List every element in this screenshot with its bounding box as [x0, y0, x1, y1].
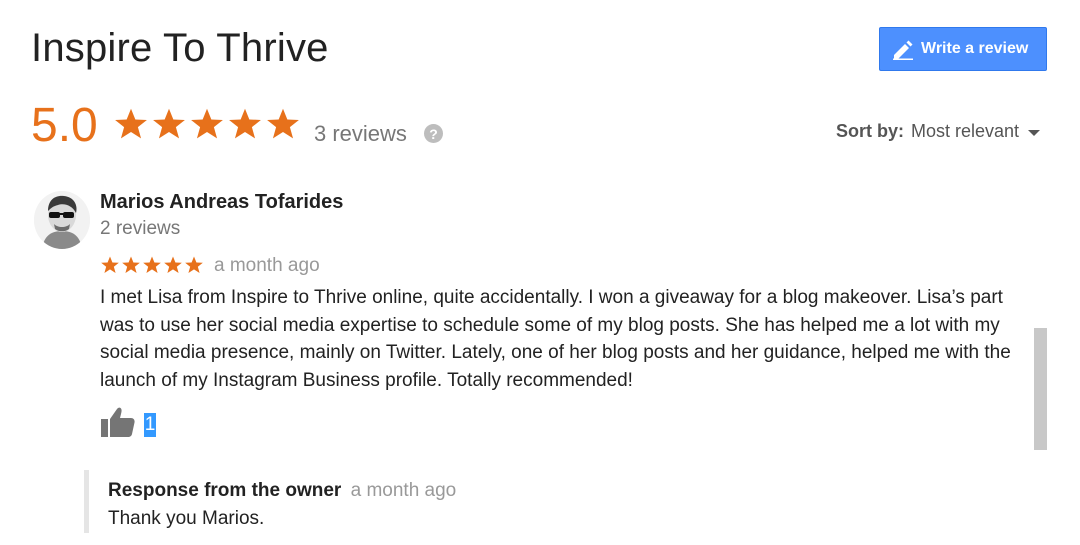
review-date: a month ago: [214, 255, 320, 276]
avatar-image: [34, 191, 90, 249]
star-icon: [191, 108, 223, 139]
write-review-button[interactable]: Write a review: [879, 27, 1047, 71]
caret-down-icon: [1028, 130, 1041, 136]
star-icon: [229, 108, 261, 139]
pencil-icon: [893, 40, 913, 60]
total-review-count[interactable]: 3 reviews: [314, 121, 407, 147]
star-icon: [101, 256, 119, 273]
response-label: Response from the owner: [108, 480, 342, 501]
star-icon: [143, 256, 161, 273]
scrollbar-thumb[interactable]: [1034, 328, 1047, 450]
star-icon: [164, 256, 182, 273]
rating-stars: [113, 106, 301, 142]
reviewer-name[interactable]: Marios Andreas Tofarides: [100, 191, 343, 214]
star-icon: [267, 108, 299, 139]
place-title: Inspire To Thrive: [31, 26, 329, 70]
sort-label: Sort by:: [836, 121, 905, 141]
star-icon: [153, 108, 185, 139]
question-icon[interactable]: ?: [424, 124, 443, 143]
star-icon: [122, 256, 140, 273]
thumbs-up-icon[interactable]: [100, 406, 136, 443]
star-icon: [115, 108, 147, 139]
sort-value: Most relevant: [911, 121, 1020, 141]
review-stars: [100, 255, 204, 275]
review-text: I met Lisa from Inspire to Thrive online…: [100, 287, 1011, 391]
owner-response: Response from the owner a month ago Than…: [84, 470, 789, 533]
write-review-label: Write a review: [921, 40, 1029, 57]
reviewer-review-count[interactable]: 2 reviews: [100, 218, 180, 240]
star-icon: [185, 256, 203, 273]
like-count[interactable]: 1: [144, 413, 156, 437]
response-text: Thank you Marios.: [108, 508, 265, 529]
sort-dropdown[interactable]: Sort by: Most relevant: [836, 121, 1041, 142]
response-header: Response from the owner a month ago: [108, 480, 456, 502]
avatar[interactable]: [34, 191, 90, 249]
rating-score: 5.0: [31, 99, 98, 152]
response-date: a month ago: [350, 480, 457, 501]
